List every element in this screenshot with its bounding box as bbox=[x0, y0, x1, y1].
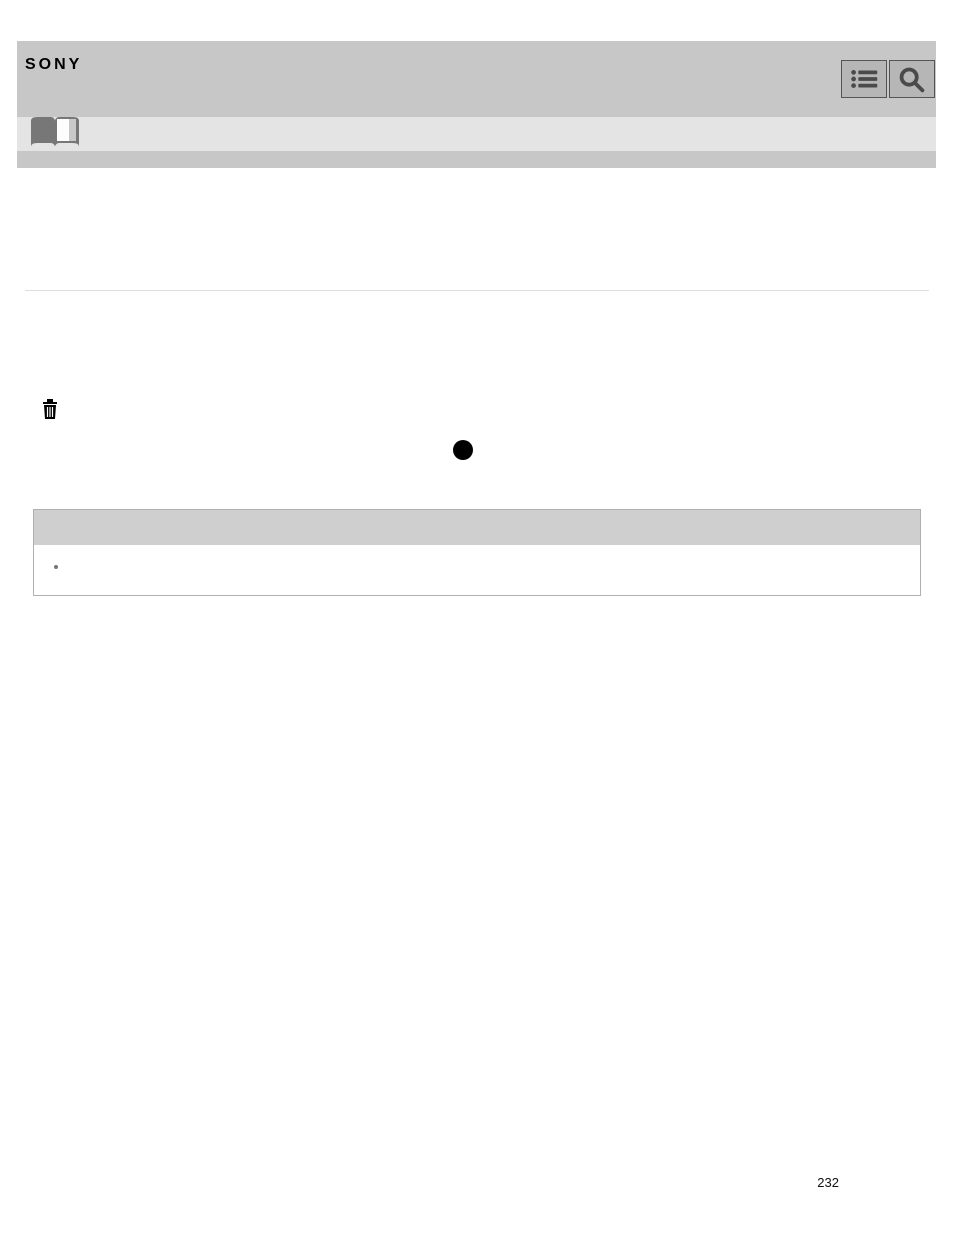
page-number: 232 bbox=[817, 1175, 839, 1190]
note-bullet-1 bbox=[68, 559, 898, 573]
brand-logo: SONY bbox=[25, 56, 82, 74]
help-guide-icon[interactable] bbox=[27, 113, 83, 153]
note-box-header bbox=[34, 510, 920, 545]
step-2-line bbox=[35, 440, 481, 460]
menu-list-icon bbox=[842, 61, 886, 97]
section-divider bbox=[25, 290, 929, 291]
help-guide-page: SONY bbox=[0, 0, 954, 1235]
trash-icon bbox=[41, 398, 59, 420]
search-icon bbox=[890, 61, 934, 97]
sub-header-bar bbox=[17, 117, 936, 151]
note-box bbox=[33, 509, 921, 596]
step-1-line bbox=[35, 398, 65, 420]
note-box-body bbox=[34, 545, 920, 595]
search-button[interactable] bbox=[889, 60, 935, 98]
record-dot-icon bbox=[453, 440, 473, 460]
menu-button[interactable] bbox=[841, 60, 887, 98]
